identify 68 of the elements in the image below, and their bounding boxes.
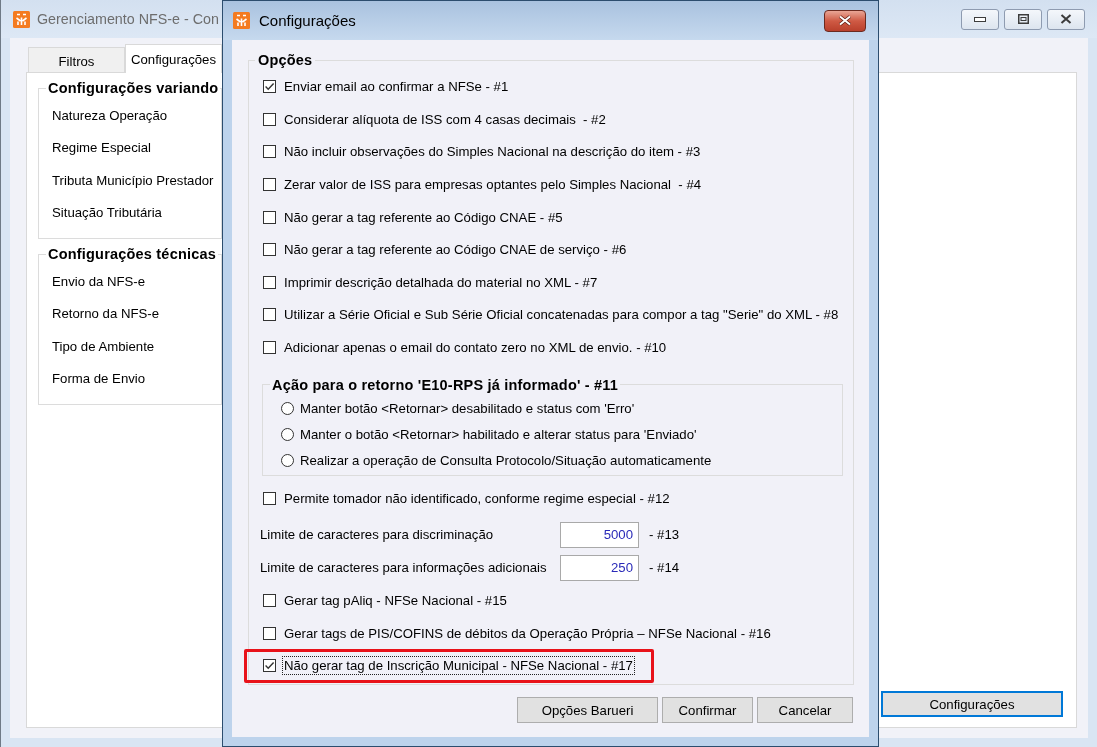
group-title: Ação para o retorno 'E10-RPS já informado' - #11 [271,376,620,393]
setting-label: Natureza Operação [52,107,168,123]
checkbox[interactable] [263,341,276,355]
settings-button[interactable]: Configurações [881,691,1063,717]
option-label: Não incluir observações do Simples Nacional na descrição do item - #3 [283,143,702,162]
checkbox[interactable] [263,243,276,257]
checkbox[interactable] [263,145,276,159]
radio-button[interactable] [281,402,294,416]
group-title: Opções [257,52,314,68]
option-label: Gerar tags de PIS/COFINS de débitos da Operação Própria – NFSe Nacional - #16 [283,624,772,643]
dialog-button[interactable]: Confirmar [662,697,753,724]
radio-label: Manter botão <Retornar> desabilitado e status com 'Erro' [299,400,636,419]
setting-label: Tributa Município Prestador [52,172,214,188]
checkbox[interactable] [263,178,276,192]
setting-label: Envio da NFS-e [52,273,146,289]
field-label: Limite de caracteres para discriminação [260,527,495,543]
dialog-button[interactable]: Opções Barueri [517,697,658,724]
tab[interactable]: Configurações [125,44,222,73]
checkbox[interactable] [263,491,276,505]
option-label: Zerar valor de ISS para empresas optantes pelo Simples Nacional - #4 [283,176,703,195]
radio-label: Realizar a operação de Consulta Protocolo/Situação automaticamente [299,452,713,471]
app-icon [233,12,250,29]
checkbox[interactable] [263,594,276,608]
setting-label: Situação Tributária [52,205,162,221]
setting-label: Forma de Envio [52,371,146,387]
checkbox[interactable] [263,275,276,289]
group-title: Configurações técnicas [47,246,217,262]
option-label: Enviar email ao confirmar a NFSe - #1 [283,78,510,97]
option-label: Permite tomador não identificado, conforme regime especial - #12 [283,489,671,508]
dialog-title: Configurações [259,12,356,29]
option-label: Utilizar a Série Oficial e Sub Série Oficial concatenadas para compor a tag "Serie" do XML - #8 [283,306,840,325]
checkbox[interactable] [263,112,276,126]
close-button[interactable] [1047,8,1085,30]
window-title: Gerenciamento NFS-e - Con [37,11,219,27]
checkbox[interactable] [263,659,276,673]
checkbox[interactable] [263,308,276,322]
option-number: - #14 [649,560,680,576]
app-icon [13,10,30,28]
number-field[interactable]: 250 [560,554,639,581]
setting-label: Retorno da NFS-e [52,306,159,322]
close-icon [838,15,852,26]
dialog-button[interactable]: Cancelar [757,697,853,724]
option-label: Não gerar a tag referente ao Código CNAE - #5 [283,208,564,227]
checkbox[interactable] [263,210,276,224]
option-label: Imprimir descrição detalhada do material no XML - #7 [283,273,599,292]
option-label: Não gerar tag de Inscrição Municipal - NFSe Nacional - #17 [282,656,635,676]
setting-label: Tipo de Ambiente [52,338,155,354]
option-label: Não gerar a tag referente ao Código CNAE de serviço - #6 [283,241,628,260]
field-label: Limite de caracteres para informações adicionais [260,560,548,576]
radio-label: Manter o botão <Retornar> habilitado e alterar status para 'Enviado' [299,426,698,445]
minimize-button[interactable] [961,8,999,30]
radio-button[interactable] [281,454,294,468]
option-label: Gerar tag pAliq - NFSe Nacional - #15 [283,592,508,611]
option-label: Considerar alíquota de ISS com 4 casas decimais - #2 [283,110,607,129]
tab[interactable]: Filtros [28,47,125,72]
option-label: Adicionar apenas o email do contato zero no XML de envio. - #10 [283,339,668,358]
radio-button[interactable] [281,428,294,442]
option-number: - #13 [649,527,680,543]
group-title: Configurações variando [47,80,220,96]
number-field[interactable]: 5000 [560,521,639,548]
maximize-icon [1017,14,1029,24]
close-button[interactable] [824,9,866,32]
checkbox[interactable] [263,626,276,640]
setting-label: Regime Especial [52,140,151,156]
maximize-button[interactable] [1004,8,1042,30]
close-icon [1060,14,1072,24]
checkbox[interactable] [263,80,276,94]
minimize-icon [974,16,986,22]
